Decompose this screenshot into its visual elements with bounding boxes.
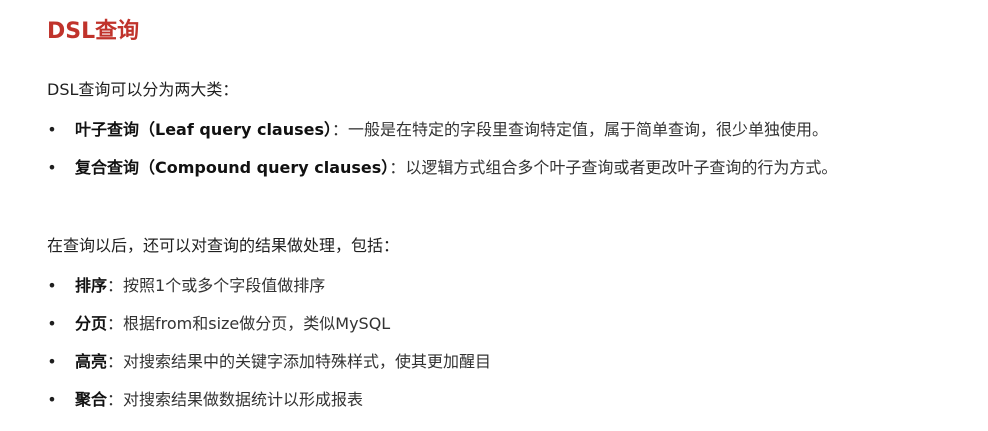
list-item-term: 排序 bbox=[75, 276, 108, 295]
bullet-icon: • bbox=[47, 390, 57, 409]
bullet-icon: • bbox=[47, 276, 57, 295]
list-item: • 复合查询（Compound query clauses）：以逻辑方式组合多个… bbox=[47, 156, 982, 194]
list-item: • 排序：按照1个或多个字段值做排序 bbox=[47, 274, 982, 312]
list-item-description: ：按照1个或多个字段值做排序 bbox=[107, 276, 326, 295]
list-item: • 分页：根据from和size做分页，类似MySQL bbox=[47, 312, 982, 350]
after-paragraph: 在查询以后，还可以对查询的结果做处理，包括： bbox=[47, 236, 400, 255]
list-item-term: 聚合 bbox=[75, 390, 108, 409]
bullet-icon: • bbox=[47, 120, 57, 139]
list-item-term: 分页 bbox=[75, 314, 108, 333]
bullet-icon: • bbox=[47, 158, 57, 177]
bullet-icon: • bbox=[47, 352, 57, 371]
list-item: • 高亮：对搜索结果中的关键字添加特殊样式，使其更加醒目 bbox=[47, 350, 982, 388]
list-item-description: ：一般是在特定的字段里查询特定值，属于简单查询，很少单独使用。 bbox=[332, 120, 829, 139]
list-item-term: 复合查询（Compound query clauses） bbox=[75, 158, 390, 177]
processing-list: • 排序：按照1个或多个字段值做排序 • 分页：根据from和size做分页，类… bbox=[47, 274, 982, 426]
list-item-description: ：对搜索结果做数据统计以形成报表 bbox=[107, 390, 364, 409]
section-title: DSL查询 bbox=[47, 19, 140, 44]
query-types-list: • 叶子查询（Leaf query clauses）：一般是在特定的字段里查询特… bbox=[47, 118, 982, 194]
list-item: • 叶子查询（Leaf query clauses）：一般是在特定的字段里查询特… bbox=[47, 118, 982, 156]
list-item-term: 高亮 bbox=[75, 352, 108, 371]
list-item-description: ：对搜索结果中的关键字添加特殊样式，使其更加醒目 bbox=[107, 352, 492, 371]
list-item-term: 叶子查询（Leaf query clauses） bbox=[75, 120, 333, 139]
list-item-description: ：根据from和size做分页，类似MySQL bbox=[107, 314, 391, 333]
list-item-description: ：以逻辑方式组合多个叶子查询或者更改叶子查询的行为方式。 bbox=[389, 158, 838, 177]
intro-paragraph: DSL查询可以分为两大类： bbox=[47, 80, 239, 99]
bullet-icon: • bbox=[47, 314, 57, 333]
list-item: • 聚合：对搜索结果做数据统计以形成报表 bbox=[47, 388, 982, 426]
